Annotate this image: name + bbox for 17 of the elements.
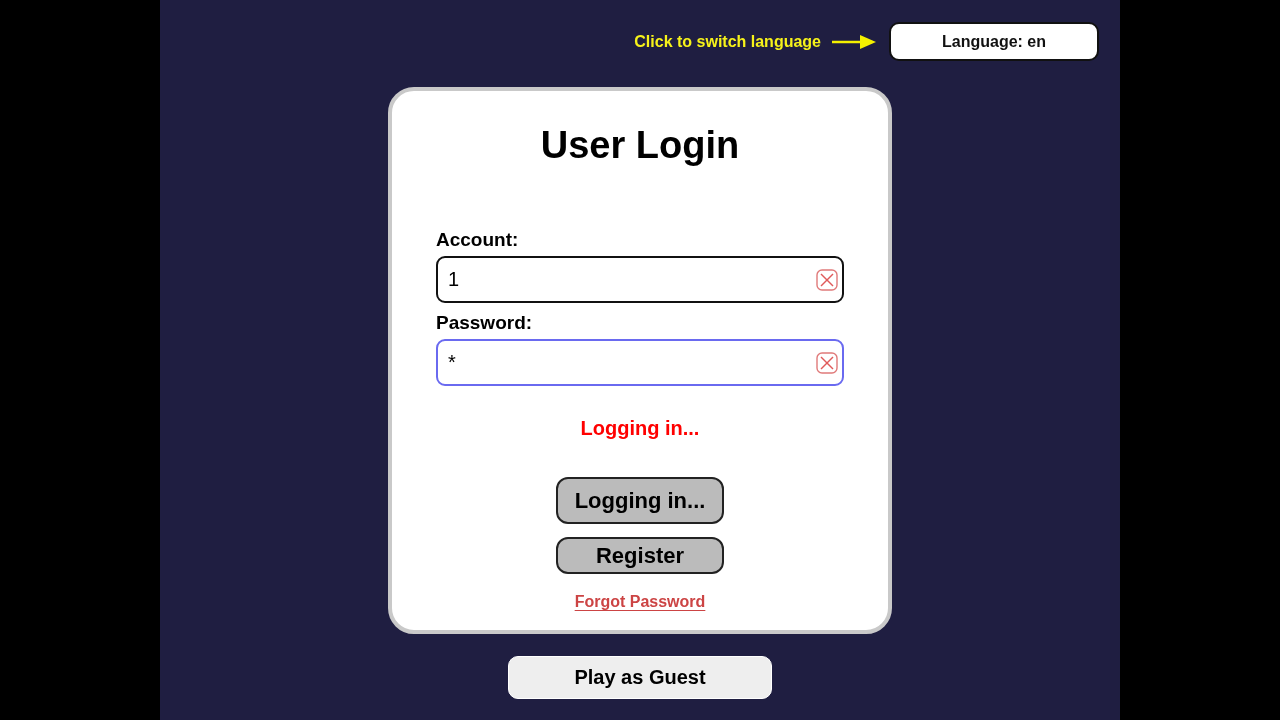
language-button[interactable]: Language: en (889, 22, 1099, 61)
input-field[interactable]: 1 (436, 256, 844, 303)
clear-icon[interactable] (816, 351, 838, 374)
language-hint: Click to switch language (634, 32, 821, 51)
status-message: Logging in... (580, 416, 700, 441)
card-button[interactable]: Register (556, 537, 724, 574)
field-label: Account: (436, 228, 519, 252)
field-label: Password: (436, 311, 533, 335)
card-button[interactable]: Logging in... (556, 477, 724, 524)
guest-button[interactable]: Play as Guest (508, 656, 772, 699)
field-value: * (448, 351, 456, 374)
field-value: 1 (448, 268, 460, 291)
forgot-password-link[interactable]: Forgot Password (574, 592, 706, 612)
clear-icon[interactable] (816, 268, 838, 291)
right-arrow-icon (832, 33, 876, 50)
login-title: User Login (540, 123, 740, 168)
input-field[interactable]: * (436, 339, 844, 386)
